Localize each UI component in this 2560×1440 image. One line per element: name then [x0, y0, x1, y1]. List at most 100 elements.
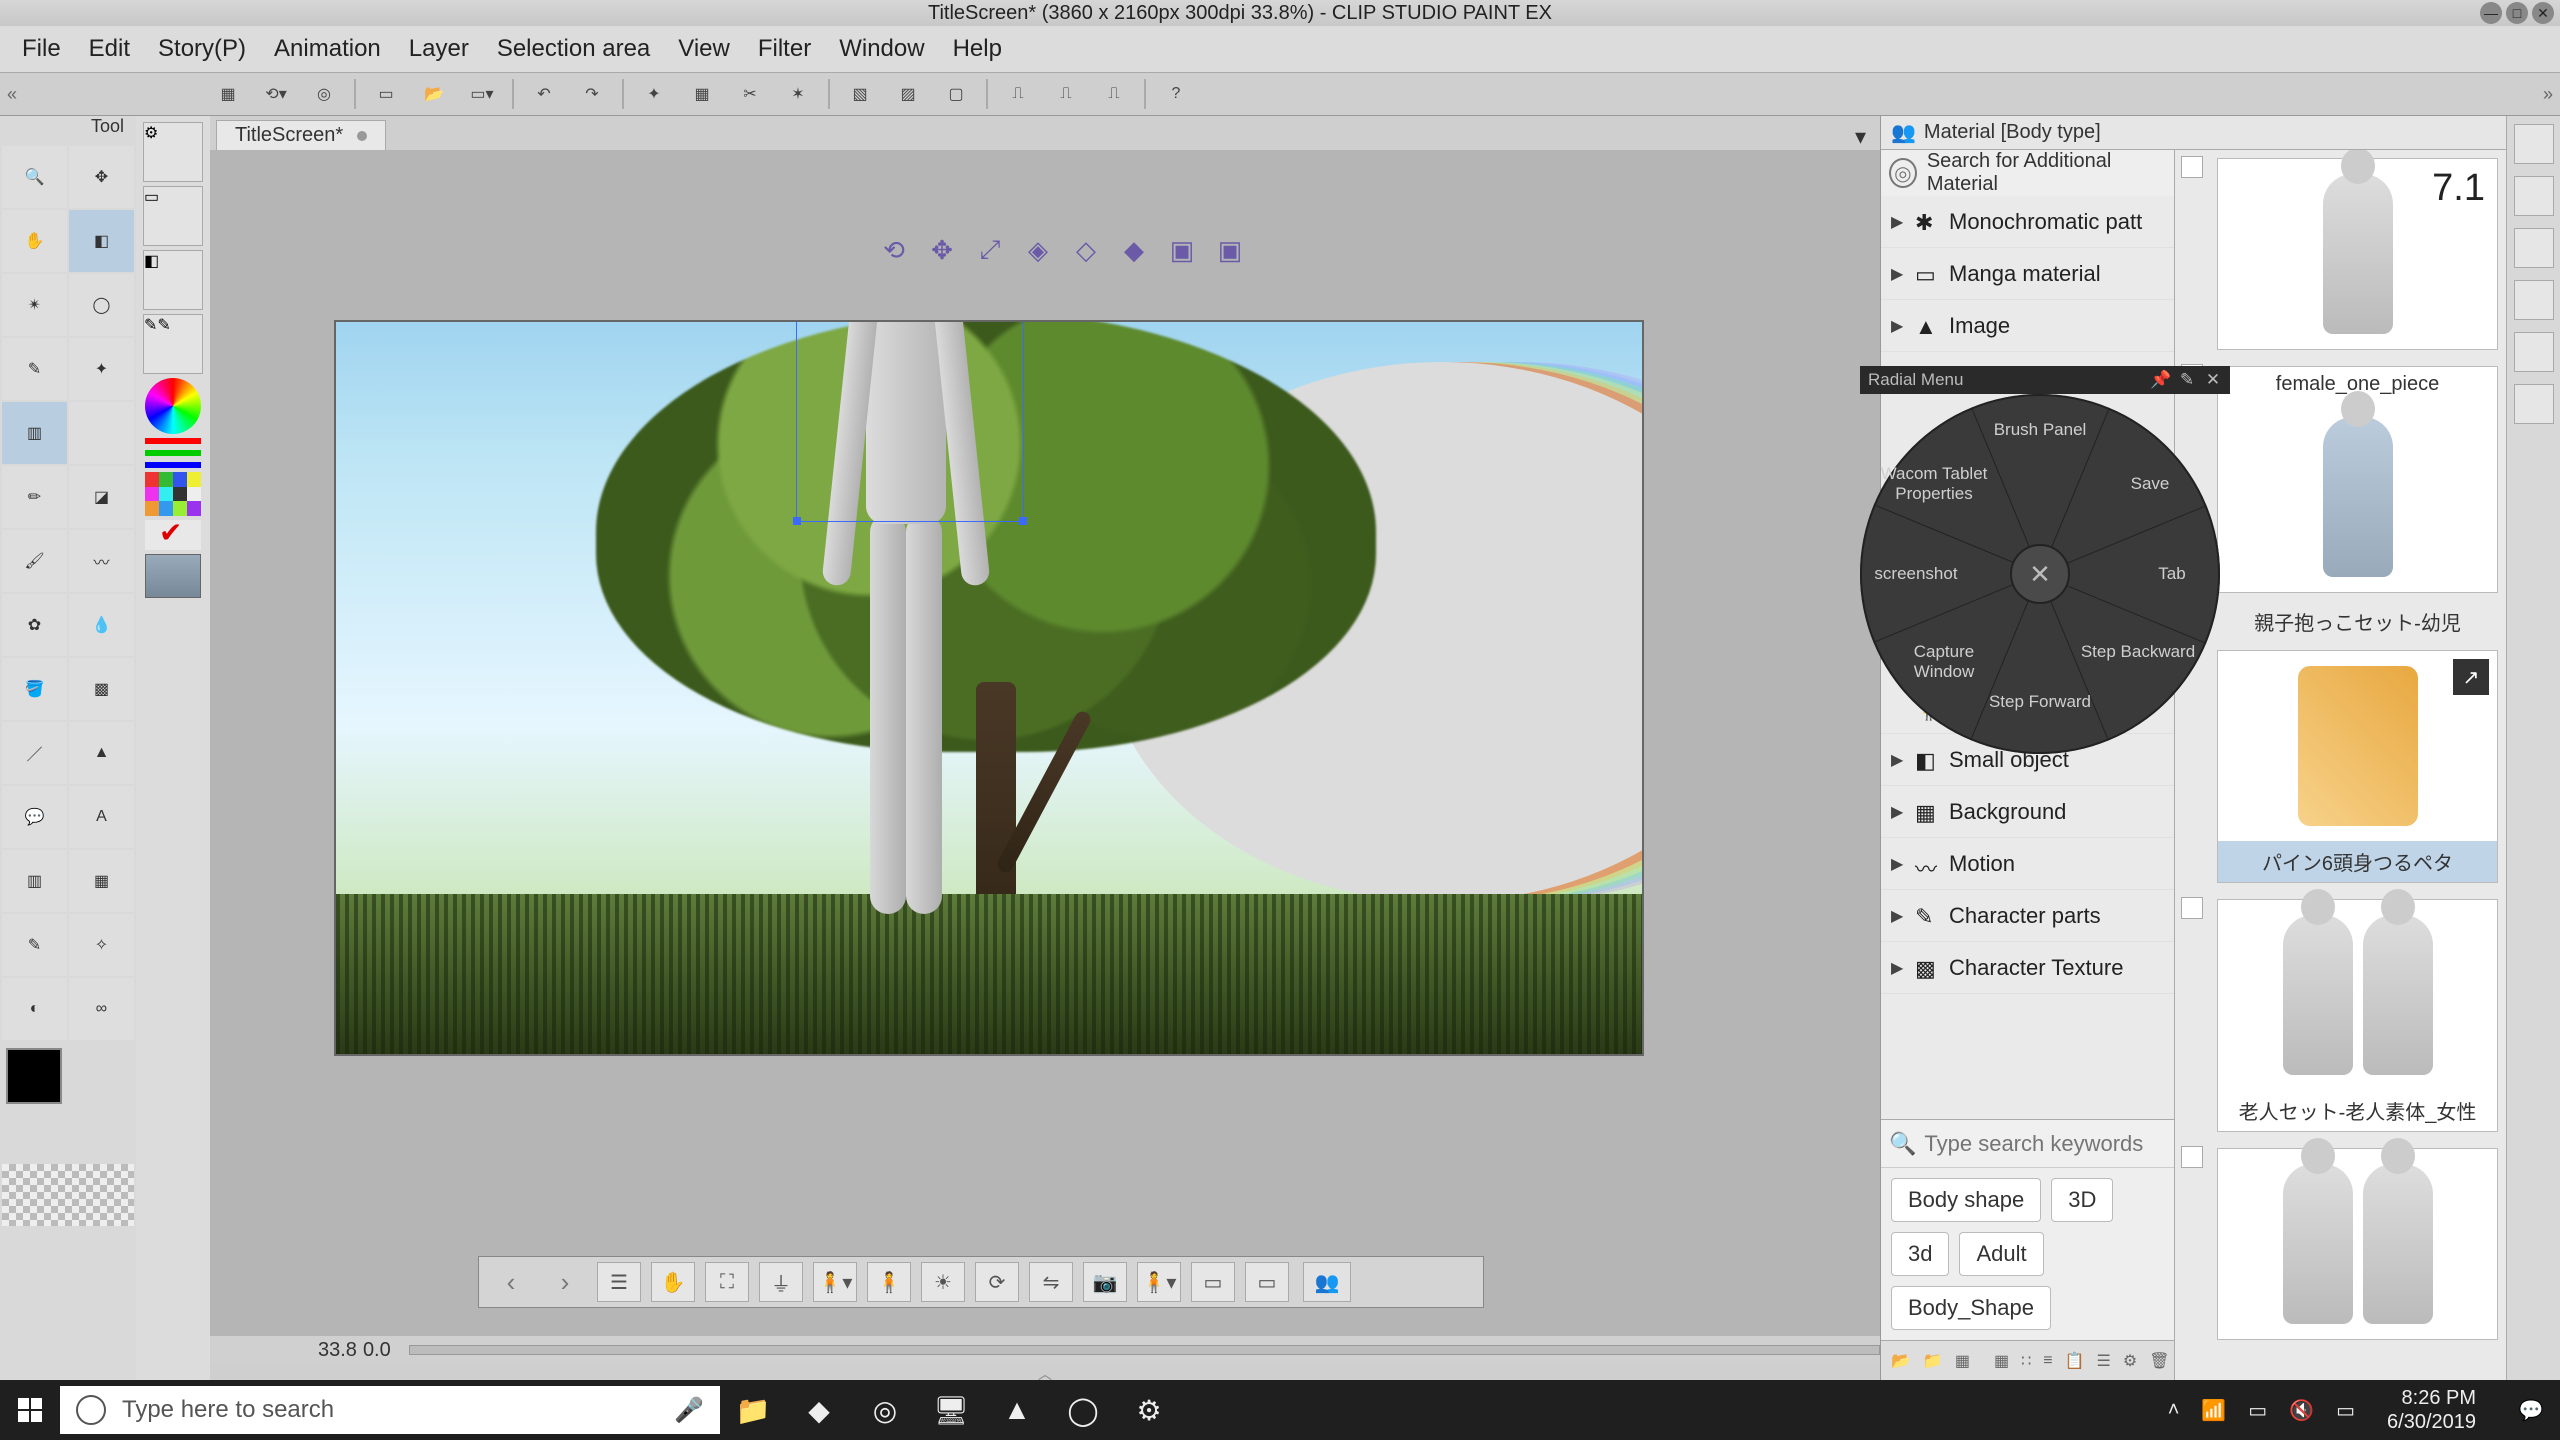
tree-item-motion[interactable]: ▶〰Motion	[1881, 838, 2174, 890]
thumb-card-2[interactable]: female_one_piece	[2217, 366, 2498, 593]
grid-large-icon[interactable]: ▦	[1994, 1347, 2009, 1375]
pose-rotate-z-icon[interactable]: ◆	[1114, 230, 1154, 270]
color-swatches[interactable]	[0, 1042, 136, 1162]
menu-view[interactable]: View	[664, 29, 744, 69]
color-wheel-icon[interactable]	[145, 378, 201, 434]
obj-camera-icon[interactable]: 📷	[1083, 1262, 1127, 1302]
tag-body-shape[interactable]: Body shape	[1891, 1178, 2041, 1222]
collapse-left-icon[interactable]: «	[0, 73, 24, 115]
thumb-card-5[interactable]: 老人セット-老人素体_女性	[2217, 899, 2498, 1132]
tile-toggle-icon[interactable]: ▦	[1955, 1347, 1970, 1375]
blend-tool[interactable]: 💧	[69, 594, 134, 656]
paste-icon[interactable]: 📋	[2065, 1347, 2085, 1375]
dock-layers-icon[interactable]	[2514, 228, 2554, 268]
radial-pin-icon[interactable]: 📌	[2152, 371, 2170, 389]
taskbar-app-monitor[interactable]: 🖥	[918, 1380, 984, 1440]
obj-pose-dropdown[interactable]: 🧍▾	[813, 1262, 857, 1302]
ruler-tool[interactable]: ▲	[69, 722, 134, 784]
approx-color-icon[interactable]	[145, 520, 201, 550]
hand-tool[interactable]: ✋	[2, 210, 67, 272]
menu-file[interactable]: File	[8, 29, 75, 69]
menu-layer[interactable]: Layer	[395, 29, 483, 69]
color-sliders-icon[interactable]	[145, 438, 201, 468]
tray-volume-icon[interactable]: 🔇	[2289, 1398, 2314, 1423]
menu-selection-area[interactable]: Selection area	[483, 29, 664, 69]
tree-item-character-texture[interactable]: ▶▩Character Texture	[1881, 942, 2174, 994]
taskbar-search[interactable]: Type here to search 🎤	[60, 1386, 720, 1434]
thumb-card-4[interactable]: ↗ パイン6頭身つるペタ	[2217, 650, 2498, 883]
cut-icon[interactable]: ✂	[728, 76, 772, 112]
menu-window[interactable]: Window	[825, 29, 938, 69]
clear-selection-icon[interactable]: ✦	[632, 76, 676, 112]
obj-light-icon[interactable]: ☀	[921, 1262, 965, 1302]
help-icon[interactable]: ?	[1154, 76, 1198, 112]
text-tool[interactable]: A	[69, 786, 134, 848]
radial-seg-step-forward[interactable]: Step Forward	[1980, 692, 2100, 712]
radial-seg-save[interactable]: Save	[2090, 474, 2210, 494]
obj-material1-icon[interactable]: ▭	[1191, 1262, 1235, 1302]
bw-tool[interactable]: ◐	[2, 978, 67, 1040]
open-file-icon[interactable]: 📂	[412, 76, 456, 112]
obj-list-icon[interactable]: ☰	[597, 1262, 641, 1302]
balloon-tool[interactable]: 💬	[2, 786, 67, 848]
taskbar-app-csp[interactable]: ◆	[786, 1380, 852, 1440]
tone-tool[interactable]: ▩	[69, 658, 134, 720]
thumb-card-6[interactable]	[2217, 1148, 2498, 1340]
fill-tool[interactable]: 🪣	[2, 658, 67, 720]
action-center-icon[interactable]: 💬	[2508, 1387, 2554, 1433]
gradient-tool[interactable]: ▥	[2, 402, 67, 464]
airbrush-tool[interactable]: 〰	[69, 530, 134, 592]
redo-icon[interactable]: ↷	[570, 76, 614, 112]
obj-next-icon[interactable]: ›	[543, 1262, 587, 1302]
pose-camera-icon[interactable]: ⟲	[874, 230, 914, 270]
menu-help[interactable]: Help	[939, 29, 1016, 69]
link-tool[interactable]: ∞	[69, 978, 134, 1040]
radial-seg-capture-window[interactable]: Capture Window	[1884, 642, 2004, 682]
dock-autoaction-icon[interactable]	[2514, 332, 2554, 372]
tabs-menu-icon[interactable]: ▾	[1855, 124, 1866, 150]
tree-item-character-parts[interactable]: ▶✎Character parts	[1881, 890, 2174, 942]
correct-line-tool[interactable]: ✎	[2, 914, 67, 976]
taskbar-app-affinity[interactable]: ▲	[984, 1380, 1050, 1440]
pattern-tool[interactable]: ▦	[69, 850, 134, 912]
navigator-thumb-icon[interactable]	[145, 554, 201, 598]
dock-subview-icon[interactable]	[2514, 176, 2554, 216]
thumb-card-1[interactable]: 7.1	[2217, 158, 2498, 350]
wand-tool[interactable]: ✦	[69, 338, 134, 400]
new-file-icon[interactable]: ▭	[364, 76, 408, 112]
tray-ime-icon[interactable]: ▭	[2336, 1398, 2355, 1423]
taskbar-app-explorer[interactable]: 📁	[720, 1380, 786, 1440]
taskbar-app-settings[interactable]: ⚙	[1116, 1380, 1182, 1440]
tree-item-image[interactable]: ▶▲Image	[1881, 300, 2174, 352]
dock-history-icon[interactable]	[2514, 384, 2554, 424]
radial-settings-icon[interactable]: ✎	[2178, 371, 2196, 389]
material-panel-tab[interactable]: 👥 Material [Body type]	[1881, 116, 2506, 150]
transform-icon[interactable]: ▨	[886, 76, 930, 112]
thumb-checkbox[interactable]	[2181, 1146, 2203, 1168]
dock-quickaccess-icon[interactable]	[2514, 124, 2554, 164]
subtool-book-icon[interactable]: ▭	[143, 186, 203, 246]
tree-item-monochromatic[interactable]: ▶✱Monochromatic patt	[1881, 196, 2174, 248]
radial-seg-wacom[interactable]: Wacom Tablet Properties	[1874, 464, 1994, 504]
obj-hand-icon[interactable]: ✋	[651, 1262, 695, 1302]
folder-open-icon[interactable]: 📂	[1891, 1347, 1911, 1375]
list-icon[interactable]: ≡	[2043, 1347, 2052, 1375]
subtool-cube-icon[interactable]: ◧	[143, 250, 203, 310]
collapse-right-icon[interactable]: »	[2536, 73, 2560, 115]
magnifier-tool[interactable]: 🔍	[2, 146, 67, 208]
pose-zoom-icon[interactable]: ⤢	[970, 230, 1010, 270]
minimize-button[interactable]: —	[2480, 2, 2502, 24]
radial-seg-tab[interactable]: Tab	[2112, 564, 2232, 584]
thumb-checkbox[interactable]	[2181, 897, 2203, 919]
eyedropper-tool[interactable]: ✎	[2, 338, 67, 400]
close-button[interactable]: ✕	[2532, 2, 2554, 24]
transparency-swatch[interactable]	[2, 1164, 134, 1226]
obj-prev-icon[interactable]: ‹	[489, 1262, 533, 1302]
obj-rotate-icon[interactable]: ⟳	[975, 1262, 1019, 1302]
pose-rotate-y-icon[interactable]: ◇	[1066, 230, 1106, 270]
object-tool[interactable]: ◧	[69, 210, 134, 272]
menu-story[interactable]: Story(P)	[144, 29, 260, 69]
obj-register-icon[interactable]: 👥	[1303, 1262, 1351, 1302]
frame-tool[interactable]: ▥	[2, 850, 67, 912]
open-external-icon[interactable]: ↗	[2453, 659, 2489, 695]
